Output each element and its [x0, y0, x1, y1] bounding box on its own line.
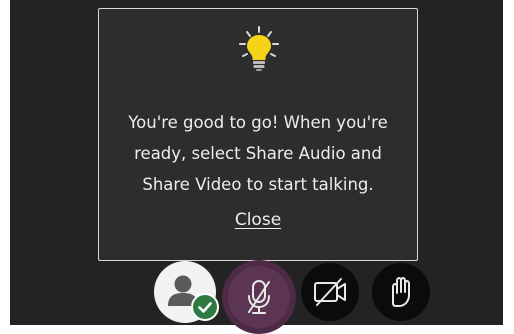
status-badge [191, 293, 219, 321]
ready-tooltip: You're good to go! When you're ready, se… [98, 8, 418, 261]
share-video-button[interactable] [301, 263, 359, 321]
ready-message-line: You're good to go! When you're [128, 113, 388, 132]
checkmark-icon [198, 302, 212, 313]
hand-icon [392, 277, 410, 307]
microphone-muted-icon [248, 280, 270, 314]
close-link[interactable]: Close [99, 210, 417, 230]
camera-off-icon [314, 278, 346, 306]
ready-message-line: ready, select Share Audio and [134, 144, 382, 163]
ready-message-line: Share Video to start talking. [142, 175, 374, 194]
share-audio-button[interactable] [228, 266, 290, 328]
ready-message: You're good to go! When you're ready, se… [99, 107, 417, 200]
lightbulb-icon [239, 26, 279, 71]
session-stage: You're good to go! When you're ready, se… [10, 0, 503, 334]
raise-hand-button[interactable] [372, 263, 430, 321]
